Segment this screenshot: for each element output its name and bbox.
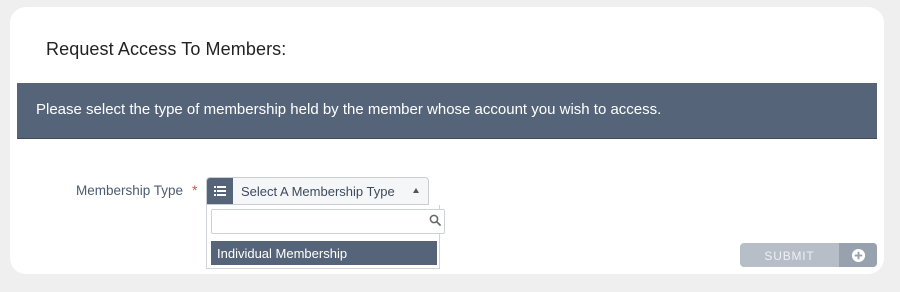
list-icon xyxy=(207,178,233,204)
search-icon xyxy=(429,213,441,231)
membership-type-dropdown: Individual Membership xyxy=(206,205,445,269)
plus-circle-icon xyxy=(839,243,877,267)
submit-button[interactable]: SUBMIT xyxy=(740,243,877,267)
membership-type-select[interactable]: Select A Membership Type xyxy=(206,177,429,205)
option-individual-membership[interactable]: Individual Membership xyxy=(211,241,437,265)
membership-type-label: Membership Type xyxy=(76,183,184,198)
request-access-card: Request Access To Members: Please select… xyxy=(10,7,884,274)
select-current-value: Select A Membership Type xyxy=(241,184,395,199)
info-banner: Please select the type of membership hel… xyxy=(17,83,877,139)
page-title: Request Access To Members: xyxy=(46,39,287,59)
submit-label: SUBMIT xyxy=(764,249,815,263)
required-marker: * xyxy=(192,182,198,198)
dropdown-search-input[interactable] xyxy=(211,209,445,234)
caret-up-icon xyxy=(413,188,419,193)
